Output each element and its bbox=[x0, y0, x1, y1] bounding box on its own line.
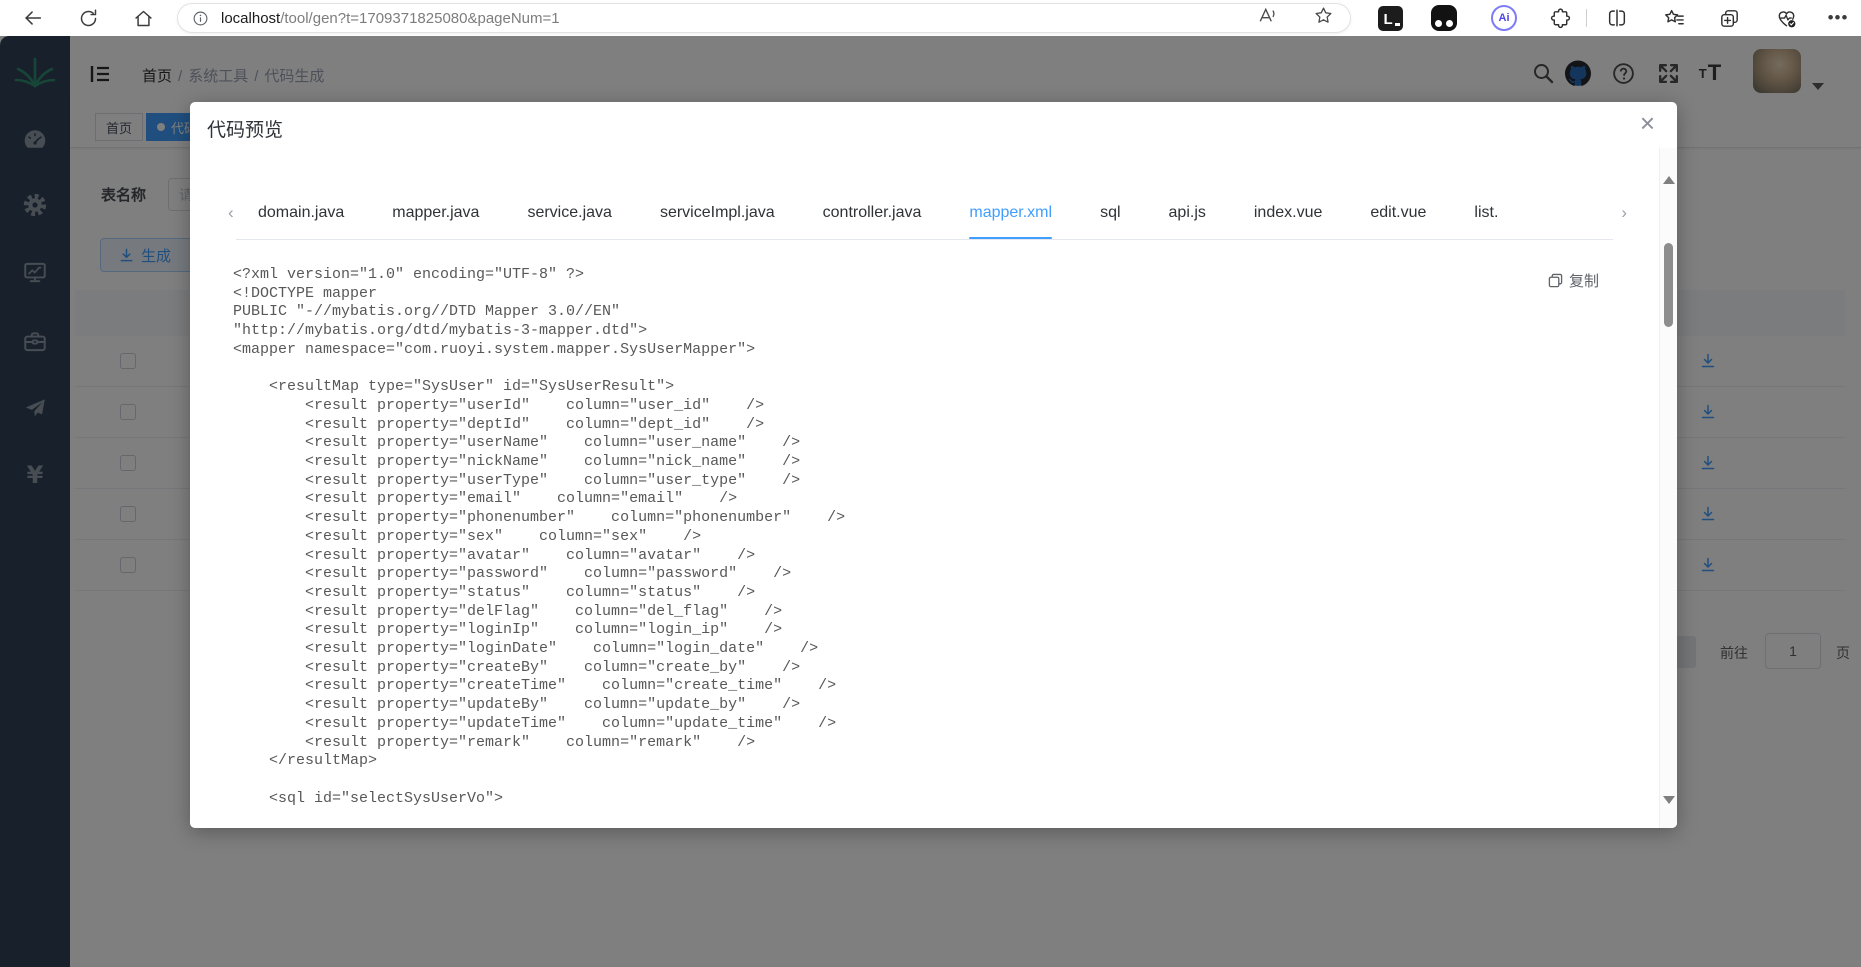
read-aloud-icon[interactable] bbox=[1256, 4, 1278, 26]
tab-domain.java[interactable]: domain.java bbox=[258, 187, 344, 239]
tabs-prev-icon[interactable]: ‹ bbox=[228, 201, 234, 225]
tab-index.vue[interactable]: index.vue bbox=[1254, 187, 1323, 239]
url-host: localhost bbox=[221, 9, 281, 27]
extension-ai-icon[interactable]: Ai bbox=[1490, 4, 1518, 32]
browser-toolbar: localhost/tool/gen?t=1709371825080&pageN… bbox=[0, 0, 1861, 36]
scroll-down-icon[interactable] bbox=[1663, 796, 1675, 804]
scroll-up-icon[interactable] bbox=[1663, 176, 1675, 184]
refresh-icon[interactable] bbox=[75, 5, 101, 31]
code-block: <?xml version="1.0" encoding="UTF-8" ?> … bbox=[233, 266, 846, 807]
split-screen-icon[interactable] bbox=[1603, 4, 1631, 32]
tab-serviceImpl.java[interactable]: serviceImpl.java bbox=[660, 187, 775, 239]
copy-label: 复制 bbox=[1569, 273, 1600, 290]
tab-list.[interactable]: list. bbox=[1474, 187, 1498, 239]
tab-api.js[interactable]: api.js bbox=[1169, 187, 1206, 239]
preview-tabs: domain.java mapper.java service.java servic… bbox=[258, 187, 1498, 239]
modal-title: 代码预览 bbox=[207, 120, 284, 141]
back-icon[interactable] bbox=[20, 5, 46, 31]
tabs-bar: ‹ domain.java mapper.java service.java serv… bbox=[228, 187, 1627, 240]
browser-essentials-icon[interactable] bbox=[1772, 4, 1800, 32]
tabs-next-icon[interactable]: › bbox=[1621, 201, 1627, 225]
tab-edit.vue[interactable]: edit.vue bbox=[1370, 187, 1426, 239]
address-bar[interactable]: localhost/tool/gen?t=1709371825080&pageN… bbox=[178, 4, 1350, 32]
home-icon[interactable] bbox=[130, 5, 156, 31]
extensions-puzzle-icon[interactable] bbox=[1546, 4, 1574, 32]
copy-button[interactable]: 复制 bbox=[1548, 270, 1599, 291]
tab-service.java[interactable]: service.java bbox=[527, 187, 611, 239]
tab-mapper.java[interactable]: mapper.java bbox=[392, 187, 479, 239]
scrollbar-thumb[interactable] bbox=[1664, 243, 1673, 327]
extension-ai-label: Ai bbox=[1491, 5, 1517, 31]
extension-dark-icon[interactable] bbox=[1430, 4, 1458, 32]
tab-mapper.xml[interactable]: mapper.xml bbox=[969, 187, 1052, 239]
url-path: /tool/gen?t=1709371825080&pageNum=1 bbox=[280, 9, 560, 27]
toolbar-separator bbox=[1586, 9, 1587, 27]
more-menu-icon[interactable]: ••• bbox=[1824, 4, 1852, 32]
extension-l-label: L bbox=[1383, 10, 1393, 28]
copy-icon bbox=[1548, 273, 1563, 288]
tab-controller.java[interactable]: controller.java bbox=[823, 187, 922, 239]
close-icon[interactable]: × bbox=[1640, 110, 1655, 136]
favorite-star-icon[interactable] bbox=[1312, 4, 1334, 26]
code-preview-modal: 代码预览 × ‹ domain.java mapper.java service.j… bbox=[190, 102, 1677, 828]
url-text: localhost/tool/gen?t=1709371825080&pageN… bbox=[221, 10, 560, 27]
duplicate-tab-icon[interactable] bbox=[1715, 4, 1743, 32]
extension-l-icon[interactable]: L bbox=[1376, 4, 1404, 32]
site-info-icon[interactable] bbox=[192, 10, 209, 27]
collections-icon[interactable] bbox=[1660, 4, 1688, 32]
modal-scrollbar bbox=[1659, 148, 1677, 828]
tab-sql[interactable]: sql bbox=[1100, 187, 1120, 239]
